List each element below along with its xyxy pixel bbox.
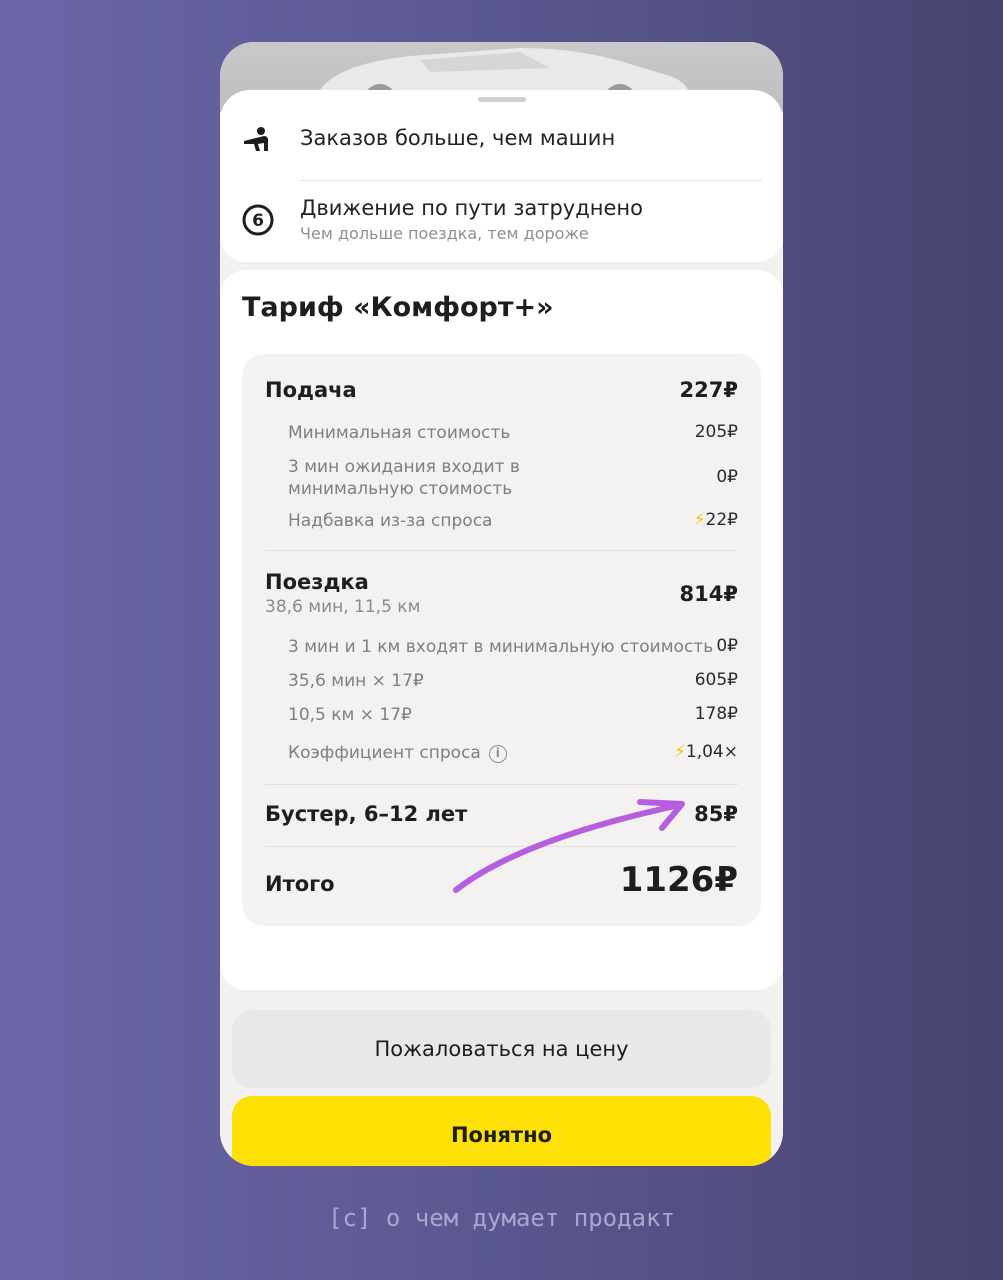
total-value: 1126₽ (619, 860, 738, 900)
pickup-item-label: 3 мин ожидания входит в (288, 457, 520, 477)
ride-item-value: 178₽ (694, 704, 738, 724)
sheet-grabber[interactable] (478, 97, 526, 102)
ride-details: 38,6 мин, 11,5 км (265, 597, 421, 617)
info-icon[interactable]: i (488, 745, 507, 763)
divider (300, 180, 762, 181)
notices-card: Заказов больше, чем машин 6 Движение по … (220, 90, 783, 262)
lightning-icon: ⚡ (693, 510, 706, 530)
pickup-item-value: 205₽ (694, 422, 738, 442)
booster-label: Бустер, 6–12 лет (265, 802, 468, 826)
notice-traffic-title: Движение по пути затруднено (300, 196, 643, 220)
phone-screen: Заказов больше, чем машин 6 Движение по … (220, 42, 783, 1166)
ride-item-label: 10,5 км × 17₽ (288, 705, 412, 725)
ride-item-label: 35,6 мин × 17₽ (288, 671, 424, 691)
ride-item-value: 605₽ (694, 670, 738, 690)
tariff-title: Тариф «Комфорт+» (242, 292, 554, 323)
ride-item-value: 0₽ (716, 636, 738, 656)
demand-coefficient-label: Коэффициент спроса (288, 743, 481, 763)
notice-traffic-subtitle: Чем дольше поездка, тем дороже (300, 224, 589, 243)
ride-item-label: Коэффициент спроса i (288, 742, 507, 765)
price-details-sheet: Заказов больше, чем машин 6 Движение по … (220, 90, 783, 1166)
pickup-label: Подача (265, 378, 357, 402)
notice-demand-title: Заказов больше, чем машин (300, 126, 616, 150)
pickup-item-label: Надбавка из-за спроса (288, 511, 493, 531)
pickup-item-value: ⚡22₽ (694, 510, 738, 530)
pickup-item-label: минимальную стоимость (288, 479, 513, 499)
pickup-item-value: 0₽ (716, 467, 738, 487)
pickup-item-label: Минимальная стоимость (288, 423, 511, 443)
ride-label: Поездка (265, 570, 369, 594)
divider (265, 846, 738, 847)
divider (265, 784, 738, 785)
booster-value: 85₽ (694, 802, 738, 826)
ride-item-label: 3 мин и 1 км входят в минимальную стоимо… (288, 637, 714, 657)
lightning-icon: ⚡ (673, 742, 686, 762)
svg-text:6: 6 (252, 211, 264, 231)
traffic-score-icon: 6 (240, 202, 276, 238)
surge-value: 22₽ (705, 510, 738, 530)
person-hailing-icon (240, 124, 276, 160)
ok-button[interactable]: Понятно (232, 1096, 771, 1166)
total-label: Итого (265, 872, 335, 896)
ride-item-value: ⚡1,04× (674, 742, 738, 762)
complain-about-price-button[interactable]: Пожаловаться на цену (232, 1010, 771, 1088)
demand-coefficient-value: 1,04× (685, 742, 738, 762)
tariff-card: Тариф «Комфорт+» Подача 227₽ Минимальная… (220, 270, 783, 990)
divider (265, 550, 738, 551)
price-breakdown: Подача 227₽ Минимальная стоимость 205₽ 3… (242, 354, 761, 926)
watermark: [c] о чем думает продакт (328, 1204, 675, 1232)
pickup-value: 227₽ (679, 378, 738, 402)
ride-value: 814₽ (679, 582, 738, 606)
